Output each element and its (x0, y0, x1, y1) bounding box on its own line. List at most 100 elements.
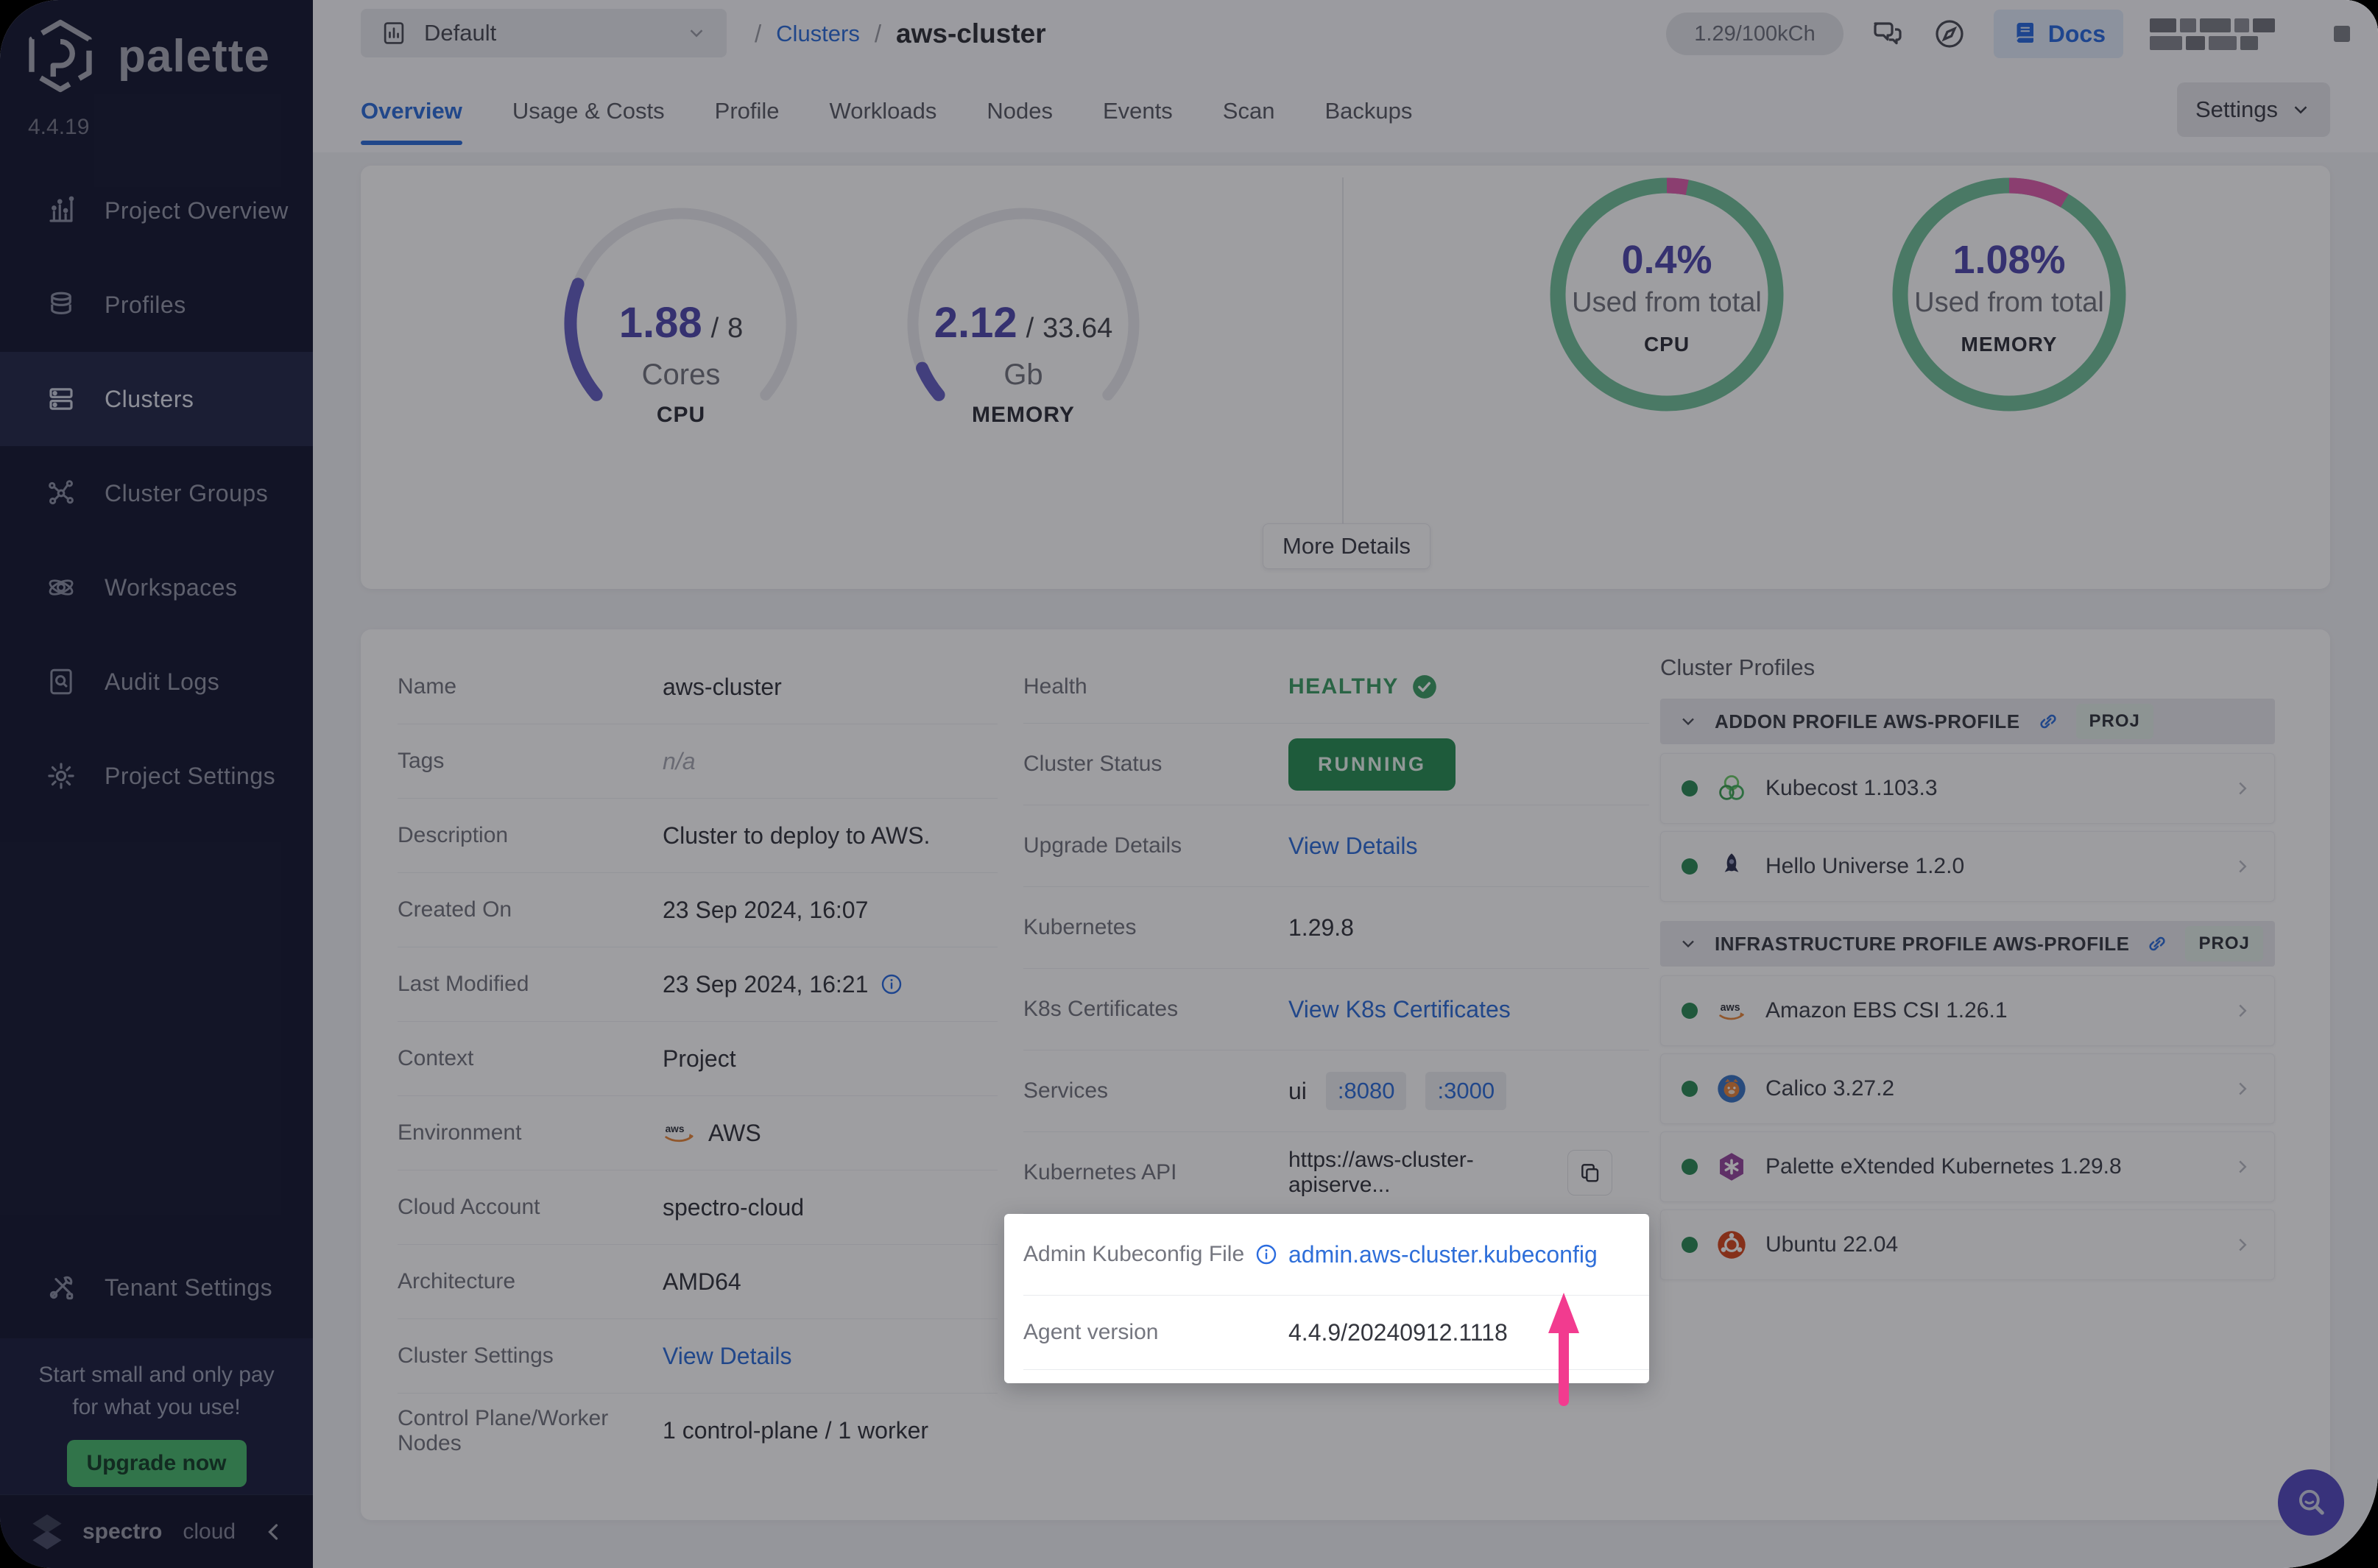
tab-nodes[interactable]: Nodes (987, 71, 1053, 151)
status-row-kubeconfig: Admin Kubeconfig File admin.aws-cluster.… (1023, 1214, 1649, 1296)
sidebar-item-label: Profiles (105, 291, 186, 318)
tab-events[interactable]: Events (1103, 71, 1173, 151)
chevron-right-icon (2239, 1238, 2247, 1251)
profile-item-calico[interactable]: Calico 3.27.2 (1660, 1053, 2275, 1124)
collapse-sidebar-icon[interactable] (260, 1519, 286, 1545)
profile-item-hello-universe[interactable]: Hello Universe 1.2.0 (1660, 831, 2275, 902)
profile-item-ubuntu[interactable]: Ubuntu 22.04 (1660, 1209, 2275, 1280)
project-selector-value: Default (424, 20, 497, 46)
palette-logo-icon (29, 19, 92, 93)
project-selector[interactable]: Default (361, 9, 727, 57)
service-port-8080-link[interactable]: :8080 (1325, 1072, 1407, 1110)
status-row-cluster-status: Cluster Status RUNNING (1023, 724, 1649, 805)
sidebar-item-label: Tenant Settings (105, 1274, 273, 1301)
chevron-down-icon (1682, 718, 1694, 726)
profile-item-kubecost[interactable]: Kubecost 1.103.3 (1660, 753, 2275, 824)
view-details-link[interactable]: View Details (1288, 833, 1417, 860)
layers-icon (51, 292, 71, 314)
tab-profile[interactable]: Profile (715, 71, 780, 151)
status-dot (1682, 780, 1698, 797)
view-details-link[interactable]: View Details (663, 1343, 791, 1370)
svg-text:aws: aws (666, 1123, 685, 1134)
tab-workloads[interactable]: Workloads (830, 71, 937, 151)
ubuntu-icon (1718, 1231, 1746, 1259)
user-avatar-redacted (2334, 26, 2350, 42)
bar-chart-icon (49, 196, 74, 222)
sidebar-item-tenant-settings[interactable]: Tenant Settings (0, 1240, 313, 1335)
chevron-down-icon (2294, 106, 2307, 114)
cpu-gauge: 1.88/8 Cores CPU (560, 202, 802, 445)
cpu-usage-ring: 0.4% Used from total CPU (1549, 177, 1785, 412)
tools-icon (49, 1276, 74, 1300)
sidebar-item-cluster-groups[interactable]: Cluster Groups (0, 446, 313, 540)
copy-icon (1581, 1164, 1598, 1182)
app-version: 4.4.19 (28, 115, 90, 139)
orbit-icon (49, 579, 74, 596)
pxk-icon (1720, 1153, 1743, 1181)
chevron-right-icon (2239, 860, 2247, 873)
infrastructure-profile-group-header[interactable]: INFRASTRUCTURE PROFILE AWS-PROFILE PROJ (1660, 921, 2275, 967)
project-board-icon (384, 22, 404, 44)
sidebar-item-project-settings[interactable]: Project Settings (0, 729, 313, 823)
proj-badge: PROJ (2185, 926, 2263, 961)
breadcrumb: / Clusters / aws-cluster (755, 18, 1046, 49)
chat-icon[interactable] (1870, 16, 1905, 52)
sidebar-item-label: Project Settings (105, 762, 276, 789)
sidebar-item-clusters[interactable]: Clusters (0, 352, 313, 446)
profile-item-amazon-ebs-csi[interactable]: aws Amazon EBS CSI 1.26.1 (1660, 975, 2275, 1046)
service-port-3000-link[interactable]: :3000 (1425, 1072, 1507, 1110)
sidebar-item-audit-logs[interactable]: Audit Logs (0, 635, 313, 729)
network-icon (49, 480, 74, 505)
tab-scan[interactable]: Scan (1223, 71, 1275, 151)
status-row-certificates: K8s Certificates View K8s Certificates (1023, 969, 1649, 1050)
kubecost-icon (1719, 775, 1744, 800)
cluster-details-card: Name aws-cluster Tags n/a Description Clust… (361, 629, 2330, 1520)
status-dot (1682, 858, 1698, 875)
chevron-down-icon (1682, 940, 1694, 948)
copy-api-url-button[interactable] (1567, 1150, 1612, 1196)
detail-row-created-on: Created On 23 Sep 2024, 16:07 (398, 873, 998, 947)
sidebar: palette 4.4.19 Project Overview Profiles… (0, 0, 313, 1568)
tab-backups[interactable]: Backups (1324, 71, 1412, 151)
tab-usage-costs[interactable]: Usage & Costs (512, 71, 665, 151)
sidebar-item-label: Workspaces (105, 573, 238, 601)
sidebar-item-workspaces[interactable]: Workspaces (0, 540, 313, 635)
status-row-health: Health HEALTHY (1023, 650, 1649, 724)
tab-overview[interactable]: Overview (361, 71, 462, 151)
docs-button[interactable]: Docs (1993, 10, 2123, 58)
chevron-right-icon (2239, 1004, 2247, 1017)
book-icon (2016, 23, 2033, 43)
detail-row-cloud-account: Cloud Account spectro-cloud (398, 1170, 998, 1245)
user-name-redacted (2150, 18, 2307, 50)
view-k8s-certificates-link[interactable]: View K8s Certificates (1288, 996, 1511, 1023)
status-column: Health HEALTHY Cluster Status RUNNING Up… (1004, 650, 1649, 1383)
tutorial-arrow-icon (1548, 1293, 1579, 1406)
detail-row-context: Context Project (398, 1022, 998, 1096)
sidebar-item-project-overview[interactable]: Project Overview (0, 163, 313, 258)
gear-icon (48, 763, 74, 789)
sidebar-item-profiles[interactable]: Profiles (0, 258, 313, 352)
search-fab-button[interactable] (2278, 1469, 2344, 1536)
profile-item-palette-extended-kubernetes[interactable]: Palette eXtended Kubernetes 1.29.8 (1660, 1131, 2275, 1202)
check-circle-icon (1413, 674, 1436, 699)
utilization-card: 1.88/8 Cores CPU 2.12/33.64 Gb MEMORY 0.… (361, 166, 2330, 589)
sidebar-item-label: Cluster Groups (105, 479, 269, 506)
breadcrumb-clusters-link[interactable]: Clusters (776, 21, 860, 47)
audit-log-icon (50, 668, 72, 695)
calico-icon (1718, 1075, 1746, 1103)
more-details-button[interactable]: More Details (1263, 523, 1430, 569)
info-icon[interactable] (1255, 1243, 1278, 1266)
upgrade-now-button[interactable]: Upgrade now (66, 1440, 247, 1487)
detail-row-description: Description Cluster to deploy to AWS. (398, 799, 998, 873)
addon-profile-group-header[interactable]: ADDON PROFILE AWS-PROFILE PROJ (1660, 699, 2275, 744)
chevron-right-icon (2239, 1082, 2247, 1095)
sidebar-item-label: Clusters (105, 385, 194, 412)
status-dot (1682, 1003, 1698, 1019)
proj-badge: PROJ (2075, 704, 2153, 739)
info-icon[interactable] (880, 972, 903, 996)
admin-kubeconfig-link[interactable]: admin.aws-cluster.kubeconfig (1288, 1241, 1598, 1268)
compass-icon[interactable] (1932, 16, 1967, 52)
status-row-kubernetes: Kubernetes 1.29.8 (1023, 887, 1649, 969)
topbar-actions: 1.29/100kCh Docs (1666, 0, 2350, 68)
settings-button[interactable]: Settings (2177, 82, 2330, 137)
